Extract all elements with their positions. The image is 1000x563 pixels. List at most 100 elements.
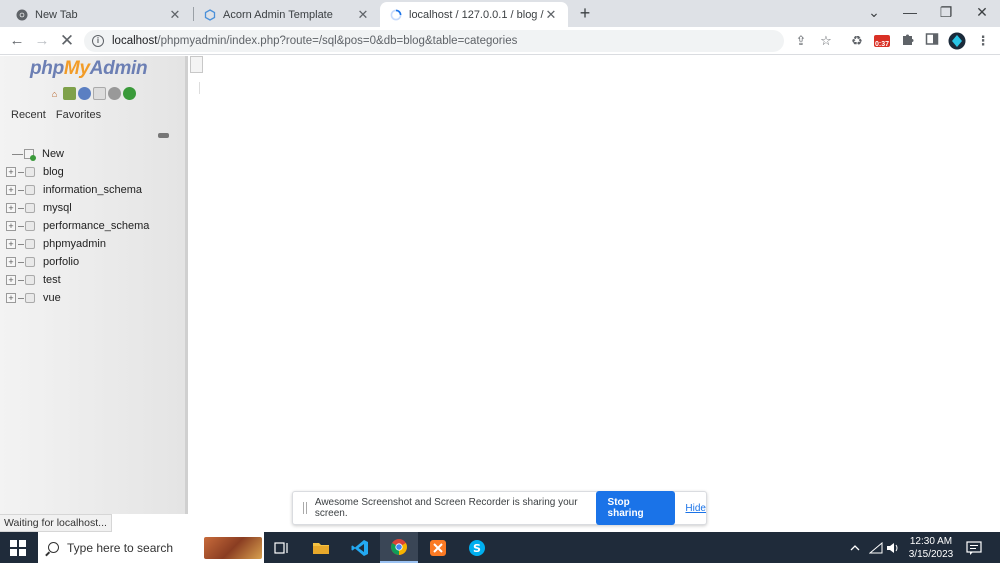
show-hidden-icons-chevron[interactable]: [850, 532, 860, 563]
collapse-navigation-button[interactable]: [190, 56, 203, 73]
logo-admin: Admin: [89, 58, 148, 79]
search-highlight-image: [204, 537, 262, 559]
side-panel-icon[interactable]: [923, 32, 941, 50]
stop-loading-icon[interactable]: ✕: [57, 31, 77, 51]
logout-icon[interactable]: [63, 87, 76, 100]
volume-icon[interactable]: [886, 532, 900, 563]
tree-item-database[interactable]: + vue: [6, 289, 149, 307]
tree-item-database[interactable]: + mysql: [6, 199, 149, 217]
link-with-main-panel-icon[interactable]: [158, 133, 169, 138]
close-tab-icon[interactable]: ✕: [544, 7, 558, 23]
docs-icon[interactable]: [93, 87, 106, 100]
tab-phpmyadmin[interactable]: localhost / 127.0.0.1 / blog / cate ✕: [380, 2, 568, 27]
tree-item-label: phpmyadmin: [43, 238, 106, 250]
chrome-taskbar-icon[interactable]: [380, 532, 418, 563]
back-arrow-icon[interactable]: ←: [7, 31, 27, 51]
taskbar-search-box[interactable]: Type here to search: [38, 532, 264, 563]
expand-icon[interactable]: +: [6, 203, 16, 213]
stop-sharing-button[interactable]: Stop sharing: [595, 491, 676, 525]
expand-icon[interactable]: +: [6, 185, 16, 195]
new-database-icon: [24, 149, 36, 161]
tab-title: Acorn Admin Template: [223, 8, 333, 21]
tree-connector: [18, 225, 24, 227]
recorder-badge: 0:37: [874, 41, 889, 48]
tree-item-database[interactable]: + information_schema: [6, 181, 149, 199]
close-tab-icon[interactable]: ✕: [356, 7, 370, 23]
help-icon[interactable]: [78, 87, 91, 100]
tree-connector: [18, 171, 24, 173]
new-tab-button[interactable]: +: [576, 3, 594, 23]
close-window-button[interactable]: ✕: [972, 2, 992, 22]
tab-favorites[interactable]: Favorites: [53, 108, 104, 122]
vscode-icon[interactable]: [341, 532, 379, 563]
acorn-icon: [204, 8, 216, 21]
restore-button[interactable]: ❐: [936, 2, 956, 22]
expand-icon[interactable]: +: [6, 221, 16, 231]
tab-strip: New Tab ✕ Acorn Admin Template ✕ localho…: [0, 0, 1000, 27]
windows-taskbar: Type here to search S 12:30 AM 3/15/2023: [0, 532, 1000, 563]
tree-item-database[interactable]: + test: [6, 271, 149, 289]
tree-connector: [18, 189, 24, 191]
file-explorer-icon[interactable]: [302, 532, 340, 563]
more-menu-icon[interactable]: ⋮: [974, 32, 992, 50]
reload-icon[interactable]: [123, 87, 136, 100]
expand-icon[interactable]: +: [6, 257, 16, 267]
pma-quick-icons: ⌂: [48, 87, 136, 100]
expand-icon[interactable]: +: [6, 275, 16, 285]
task-view-icon[interactable]: [263, 532, 301, 563]
share-icon[interactable]: ⇪: [792, 32, 810, 50]
home-icon[interactable]: ⌂: [48, 87, 61, 100]
database-icon: [25, 275, 35, 285]
tree-item-label: blog: [43, 166, 64, 178]
windows-start-icon[interactable]: [10, 540, 26, 556]
database-icon: [25, 239, 35, 249]
notifications-icon[interactable]: [966, 532, 982, 563]
xampp-icon[interactable]: [419, 532, 457, 563]
screen-share-banner: Awesome Screenshot and Screen Recorder i…: [292, 491, 707, 525]
settings-gear-icon[interactable]: [108, 87, 121, 100]
logo-php: php: [30, 58, 64, 79]
system-clock[interactable]: 12:30 AM 3/15/2023: [902, 535, 960, 561]
tab-search-chevron-icon[interactable]: ⌄: [864, 2, 884, 22]
expand-icon[interactable]: +: [6, 293, 16, 303]
tree-connector: [12, 153, 23, 155]
clock-date: 3/15/2023: [908, 549, 954, 560]
forward-arrow-icon[interactable]: →: [32, 31, 52, 51]
profile-avatar[interactable]: [948, 32, 966, 50]
tree-connector: [18, 297, 24, 299]
expand-icon[interactable]: +: [6, 239, 16, 249]
minimize-button[interactable]: —: [900, 2, 920, 22]
network-icon[interactable]: [869, 532, 883, 563]
hide-link[interactable]: Hide: [685, 503, 706, 514]
tree-item-label: performance_schema: [43, 220, 150, 232]
tree-connector: [18, 279, 24, 281]
screen-recorder-extension-icon[interactable]: 0:37: [873, 32, 891, 50]
extensions-puzzle-icon[interactable]: [899, 32, 917, 50]
tree-item-database[interactable]: + porfolio: [6, 253, 149, 271]
database-icon: [25, 185, 35, 195]
recycle-extension-icon[interactable]: ♻: [848, 32, 866, 50]
tree-item-database[interactable]: + phpmyadmin: [6, 235, 149, 253]
tree-item-database[interactable]: + blog: [6, 163, 149, 181]
tab-new-tab[interactable]: New Tab ✕: [6, 2, 192, 27]
site-info-icon[interactable]: i: [92, 35, 104, 47]
close-tab-icon[interactable]: ✕: [168, 7, 182, 23]
tree-item-label: test: [43, 274, 61, 286]
database-icon: [25, 257, 35, 267]
drag-handle-icon[interactable]: [303, 502, 307, 514]
search-icon: [48, 542, 59, 553]
skype-icon[interactable]: S: [458, 532, 496, 563]
pma-navigation-panel: phpMyAdmin ⌂ Recent Favorites New + blog…: [0, 56, 188, 514]
bookmark-star-icon[interactable]: ☆: [817, 32, 835, 50]
tab-acorn-admin[interactable]: Acorn Admin Template ✕: [194, 2, 380, 27]
phpmyadmin-logo[interactable]: phpMyAdmin: [30, 58, 148, 80]
tab-recent[interactable]: Recent: [8, 108, 49, 122]
browser-toolbar: ← → ✕ i localhost/phpmyadmin/index.php?r…: [0, 27, 1000, 55]
tree-item-new[interactable]: New: [6, 145, 149, 163]
expand-icon[interactable]: +: [6, 167, 16, 177]
search-placeholder: Type here to search: [67, 540, 174, 555]
database-tree: New + blog + information_schema + mysql …: [6, 145, 149, 307]
address-bar[interactable]: i localhost/phpmyadmin/index.php?route=/…: [84, 30, 784, 52]
database-icon: [25, 203, 35, 213]
tree-item-database[interactable]: + performance_schema: [6, 217, 149, 235]
